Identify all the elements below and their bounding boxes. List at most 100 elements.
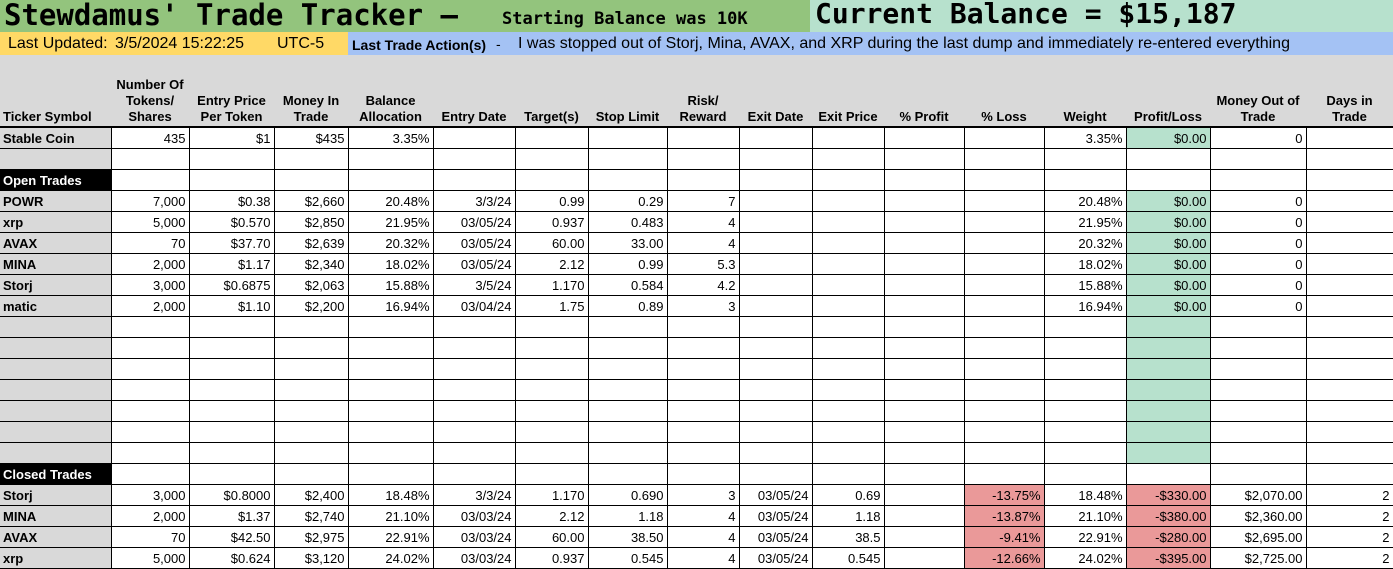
table-cell[interactable]: 4 — [667, 211, 740, 233]
ticker-cell[interactable]: Storj — [0, 484, 112, 506]
table-cell[interactable] — [1210, 421, 1307, 443]
table-cell[interactable] — [812, 211, 885, 233]
table-cell[interactable] — [1044, 148, 1127, 170]
table-cell[interactable]: $42.50 — [189, 526, 275, 548]
table-cell[interactable] — [884, 337, 965, 359]
table-cell[interactable] — [739, 463, 813, 485]
table-cell[interactable] — [884, 421, 965, 443]
table-cell[interactable] — [667, 316, 740, 338]
table-cell[interactable] — [884, 169, 965, 191]
ticker-cell[interactable]: Storj — [0, 274, 112, 296]
table-cell[interactable] — [433, 421, 516, 443]
ticker-cell[interactable]: MINA — [0, 253, 112, 275]
table-cell[interactable] — [189, 358, 275, 380]
table-cell[interactable] — [348, 316, 434, 338]
table-cell[interactable] — [515, 463, 589, 485]
table-cell[interactable]: 0.937 — [515, 211, 589, 233]
table-cell[interactable] — [1210, 169, 1307, 191]
ticker-cell[interactable]: POWR — [0, 190, 112, 212]
table-cell[interactable] — [884, 379, 965, 401]
table-cell[interactable] — [1210, 337, 1307, 359]
table-cell[interactable]: 1.18 — [812, 505, 885, 527]
table-cell[interactable]: 18.48% — [348, 484, 434, 506]
table-cell[interactable] — [274, 358, 349, 380]
table-cell[interactable]: 3 — [667, 295, 740, 317]
table-cell[interactable] — [1210, 400, 1307, 422]
table-cell[interactable] — [1210, 316, 1307, 338]
table-cell[interactable] — [1306, 358, 1393, 380]
ticker-cell[interactable]: Stable Coin — [0, 127, 112, 149]
table-cell[interactable] — [1306, 400, 1393, 422]
table-cell[interactable]: 3,000 — [111, 484, 190, 506]
table-cell[interactable]: $2,975 — [274, 526, 349, 548]
ticker-cell[interactable] — [0, 379, 112, 401]
table-cell[interactable]: -$330.00 — [1126, 484, 1211, 506]
table-cell[interactable]: 0 — [1210, 127, 1307, 149]
table-cell[interactable]: $2,660 — [274, 190, 349, 212]
table-cell[interactable] — [812, 421, 885, 443]
table-cell[interactable]: $0.38 — [189, 190, 275, 212]
table-cell[interactable] — [884, 148, 965, 170]
table-cell[interactable] — [964, 148, 1045, 170]
table-cell[interactable] — [274, 337, 349, 359]
table-cell[interactable] — [1044, 358, 1127, 380]
table-cell[interactable] — [1306, 274, 1393, 296]
table-cell[interactable]: 16.94% — [1044, 295, 1127, 317]
table-cell[interactable] — [884, 211, 965, 233]
table-cell[interactable] — [739, 211, 813, 233]
ticker-cell[interactable] — [0, 316, 112, 338]
table-cell[interactable] — [433, 379, 516, 401]
table-cell[interactable] — [1210, 442, 1307, 464]
table-cell[interactable] — [739, 316, 813, 338]
table-cell[interactable] — [739, 190, 813, 212]
table-cell[interactable]: 03/05/24 — [433, 211, 516, 233]
table-cell[interactable] — [1306, 211, 1393, 233]
table-cell[interactable]: 60.00 — [515, 232, 589, 254]
table-cell[interactable]: 03/05/24 — [739, 505, 813, 527]
table-cell[interactable]: $1.17 — [189, 253, 275, 275]
table-cell[interactable] — [433, 463, 516, 485]
table-cell[interactable]: 38.5 — [812, 526, 885, 548]
table-cell[interactable]: 1.75 — [515, 295, 589, 317]
table-cell[interactable]: 4.2 — [667, 274, 740, 296]
table-cell[interactable] — [964, 211, 1045, 233]
col-tokens[interactable]: Number Of Tokens/ Shares — [111, 55, 189, 128]
ticker-cell[interactable] — [0, 442, 112, 464]
table-cell[interactable] — [515, 316, 589, 338]
col-profit-loss[interactable]: Profit/Loss — [1126, 55, 1210, 128]
table-cell[interactable] — [348, 358, 434, 380]
table-cell[interactable]: 2,000 — [111, 505, 190, 527]
table-cell[interactable]: 3/5/24 — [433, 274, 516, 296]
table-cell[interactable]: 4 — [667, 505, 740, 527]
table-cell[interactable] — [739, 442, 813, 464]
table-cell[interactable] — [1306, 421, 1393, 443]
col-ticker[interactable]: Ticker Symbol — [0, 55, 111, 128]
table-cell[interactable]: $1 — [189, 127, 275, 149]
table-cell[interactable] — [964, 421, 1045, 443]
table-cell[interactable] — [812, 127, 885, 149]
table-cell[interactable] — [1306, 463, 1393, 485]
table-cell[interactable]: 24.02% — [1044, 547, 1127, 569]
table-cell[interactable]: 5,000 — [111, 211, 190, 233]
table-cell[interactable]: 20.32% — [348, 232, 434, 254]
table-cell[interactable]: 2 — [1306, 484, 1393, 506]
table-cell[interactable] — [667, 463, 740, 485]
table-cell[interactable]: 0.69 — [812, 484, 885, 506]
table-cell[interactable] — [739, 127, 813, 149]
table-cell[interactable] — [1044, 316, 1127, 338]
table-cell[interactable] — [515, 169, 589, 191]
table-cell[interactable] — [433, 442, 516, 464]
table-cell[interactable] — [1210, 463, 1307, 485]
table-cell[interactable] — [1044, 442, 1127, 464]
table-cell[interactable] — [1306, 253, 1393, 275]
ticker-cell[interactable] — [0, 148, 112, 170]
table-cell[interactable]: $2,695.00 — [1210, 526, 1307, 548]
table-cell[interactable] — [515, 337, 589, 359]
table-cell[interactable]: -$280.00 — [1126, 526, 1211, 548]
table-cell[interactable] — [348, 442, 434, 464]
table-cell[interactable]: 20.48% — [348, 190, 434, 212]
table-cell[interactable]: 20.32% — [1044, 232, 1127, 254]
table-cell[interactable] — [1210, 358, 1307, 380]
table-cell[interactable] — [588, 337, 668, 359]
table-cell[interactable]: 7 — [667, 190, 740, 212]
